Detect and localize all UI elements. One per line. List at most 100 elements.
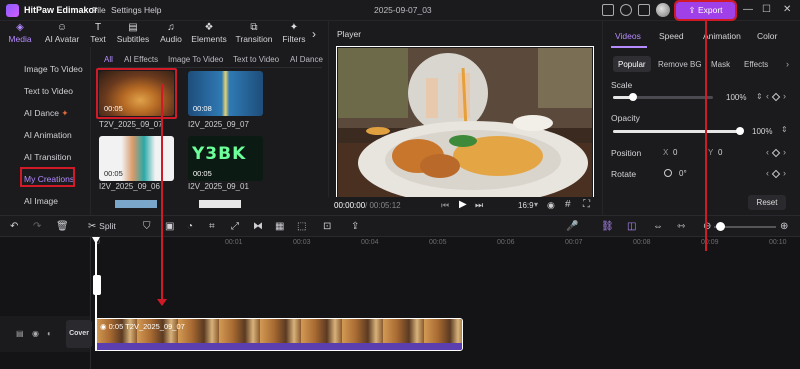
tab-subtitles[interactable]: ▤ Subtitles — [112, 22, 154, 47]
nav-text-to-video[interactable]: Text to Video — [24, 86, 73, 96]
close-icon[interactable]: ✕ — [783, 4, 791, 15]
video-clip[interactable]: ◉ 0:05 T2V_2025_09_07 — [95, 318, 463, 351]
play-icon[interactable]: ▶ — [459, 199, 467, 210]
resize-icon[interactable]: ⤢ — [231, 221, 239, 232]
chevron-right-icon[interactable]: › — [783, 147, 786, 157]
next-frame-icon[interactable]: ⏭ — [475, 200, 483, 211]
menu-help[interactable]: Help — [144, 5, 161, 15]
chevron-right-icon[interactable]: › — [783, 91, 786, 101]
keyframe-icon[interactable] — [771, 169, 781, 179]
snap-icon[interactable]: ⇔ — [653, 221, 663, 232]
tab-media[interactable]: ◈ Media — [4, 22, 36, 47]
subtab-effects[interactable]: Effects — [744, 60, 768, 69]
speed-icon[interactable]: ◔ — [187, 221, 193, 232]
chevron-left-icon[interactable]: ‹ — [766, 147, 769, 157]
pos-x-input[interactable]: 0 — [673, 148, 677, 157]
mirror-icon[interactable]: ⧓ — [253, 221, 263, 232]
scale-value[interactable]: 100% — [726, 93, 746, 102]
media-tab-ai-dance[interactable]: AI Dance — [290, 55, 328, 64]
tab-elements[interactable]: ❖ Elements — [188, 22, 230, 47]
tab-text[interactable]: T Text — [86, 22, 110, 47]
menu-file[interactable]: File — [92, 5, 106, 15]
reset-button[interactable]: Reset — [748, 195, 786, 210]
grid-icon[interactable]: # — [565, 199, 571, 210]
tab-ai-avatar[interactable]: ☺ AI Avatar — [40, 22, 84, 47]
user-avatar[interactable] — [656, 3, 670, 17]
cover-button[interactable]: Cover — [66, 320, 92, 348]
grid-icon[interactable] — [638, 4, 650, 16]
link-icon[interactable]: ⛓ — [601, 221, 614, 232]
subtab-remove-bg[interactable]: Remove BG — [658, 60, 702, 69]
media-tab-text-to-video[interactable]: Text to Video — [233, 55, 279, 64]
media-tab-all[interactable]: All — [104, 55, 113, 64]
eye-icon[interactable]: ◉ — [32, 329, 39, 338]
tab-videos[interactable]: Videos — [615, 31, 641, 41]
menu-settings[interactable]: Settings — [111, 5, 142, 15]
subtab-popular[interactable]: Popular — [618, 60, 646, 69]
media-item[interactable]: 00:05 — [99, 136, 174, 181]
upload-icon[interactable]: ⇪ — [351, 221, 359, 232]
pos-y-input[interactable]: 0 — [718, 148, 722, 157]
tab-color[interactable]: Color — [757, 31, 777, 41]
subtab-mask[interactable]: Mask — [711, 60, 730, 69]
undo-icon[interactable]: ↶ — [10, 221, 18, 232]
chevron-right-icon[interactable]: › — [783, 168, 786, 178]
tab-animation[interactable]: Animation — [703, 31, 741, 41]
nav-ai-image[interactable]: AI Image — [24, 196, 58, 206]
redo-icon[interactable]: ↷ — [33, 221, 41, 232]
fullscreen-icon[interactable]: ⛶ — [583, 199, 590, 210]
selection-frame[interactable] — [336, 46, 594, 212]
chevron-left-icon[interactable]: ‹ — [766, 91, 769, 101]
camera-icon[interactable]: ◉ — [547, 200, 555, 211]
scale-slider[interactable] — [613, 96, 713, 99]
screen-icon[interactable] — [602, 4, 614, 16]
spinner-icon[interactable]: ⇕ — [756, 92, 763, 101]
tab-transition[interactable]: ⧉ Transition — [232, 22, 276, 47]
opacity-value[interactable]: 100% — [752, 127, 772, 136]
nav-image-to-video[interactable]: Image To Video — [24, 64, 83, 74]
chevron-right-icon[interactable]: › — [312, 27, 316, 41]
clock-icon[interactable] — [620, 4, 632, 16]
media-tab-ai-effects[interactable]: AI Effects — [124, 55, 158, 64]
maximize-icon[interactable]: ☐ — [762, 4, 771, 15]
crop-icon[interactable]: ⌗ — [209, 221, 215, 232]
tab-speed[interactable]: Speed — [659, 31, 684, 41]
chevron-left-icon[interactable]: ‹ — [766, 168, 769, 178]
media-item[interactable] — [115, 200, 157, 208]
spinner-icon[interactable]: ⇕ — [781, 125, 788, 134]
microphone-icon[interactable]: 🎤 — [566, 221, 578, 232]
mute-icon[interactable]: ◐ — [47, 329, 52, 338]
prev-frame-icon[interactable]: ⏮ — [441, 200, 449, 211]
scale-knob[interactable] — [629, 93, 637, 101]
chevron-down-icon[interactable]: ▾ — [534, 200, 538, 209]
magnet-icon[interactable]: ◫ — [627, 221, 636, 232]
export-button[interactable]: ⇪ Export — [674, 0, 737, 21]
opacity-knob[interactable] — [736, 127, 744, 135]
fit-icon[interactable]: ⇿ — [677, 221, 685, 232]
keyframe-icon[interactable] — [771, 92, 781, 102]
nav-ai-dance[interactable]: AI Dance ✦ — [24, 108, 68, 119]
opacity-slider[interactable] — [613, 130, 741, 133]
freeze-icon[interactable]: ▦ — [275, 221, 284, 232]
media-tab-image-to-video[interactable]: Image To Video — [168, 55, 223, 64]
nav-ai-transition[interactable]: AI Transition — [24, 152, 71, 162]
rotate-value[interactable]: 0° — [679, 169, 687, 178]
nav-ai-animation[interactable]: AI Animation — [24, 130, 72, 140]
text-box-icon[interactable]: ▣ — [165, 221, 174, 232]
keyframe-icon[interactable] — [771, 148, 781, 158]
delete-icon[interactable]: 🗑 — [56, 221, 69, 232]
zoom-in-icon[interactable]: ⊕ — [780, 221, 788, 232]
shield-icon[interactable]: ⛉ — [143, 221, 151, 232]
chevron-right-icon[interactable]: › — [786, 59, 789, 69]
tab-filters[interactable]: ✦ Filters — [278, 22, 310, 47]
zoom-knob[interactable] — [716, 222, 725, 231]
rotate-dial-icon[interactable] — [664, 169, 672, 177]
transform-icon[interactable]: ⊡ — [323, 221, 331, 232]
split-button[interactable]: ✂ Split — [88, 221, 116, 232]
media-item[interactable] — [199, 200, 241, 208]
playhead[interactable] — [95, 237, 97, 351]
crop-frame-icon[interactable]: ⬚ — [297, 221, 306, 232]
minimize-icon[interactable]: — — [743, 4, 753, 15]
lock-icon[interactable]: ▤ — [16, 329, 24, 338]
media-item[interactable]: 00:08 — [188, 71, 263, 116]
